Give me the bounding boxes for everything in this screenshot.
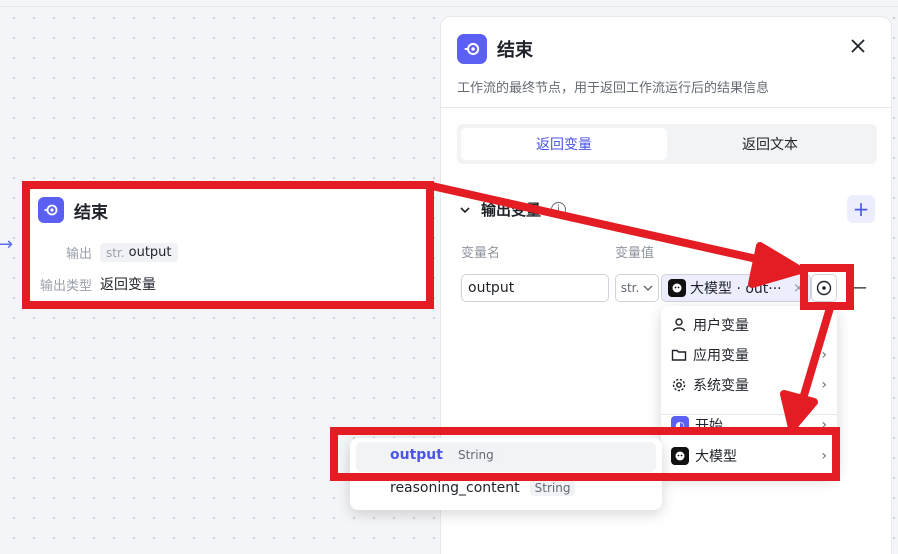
annotation-arrow-line (798, 306, 834, 404)
annotation-arrows (431, 182, 834, 432)
annotation-arrowhead (748, 242, 804, 288)
annotation-arrowhead (780, 390, 818, 432)
annotation-arrow-line (431, 182, 771, 266)
